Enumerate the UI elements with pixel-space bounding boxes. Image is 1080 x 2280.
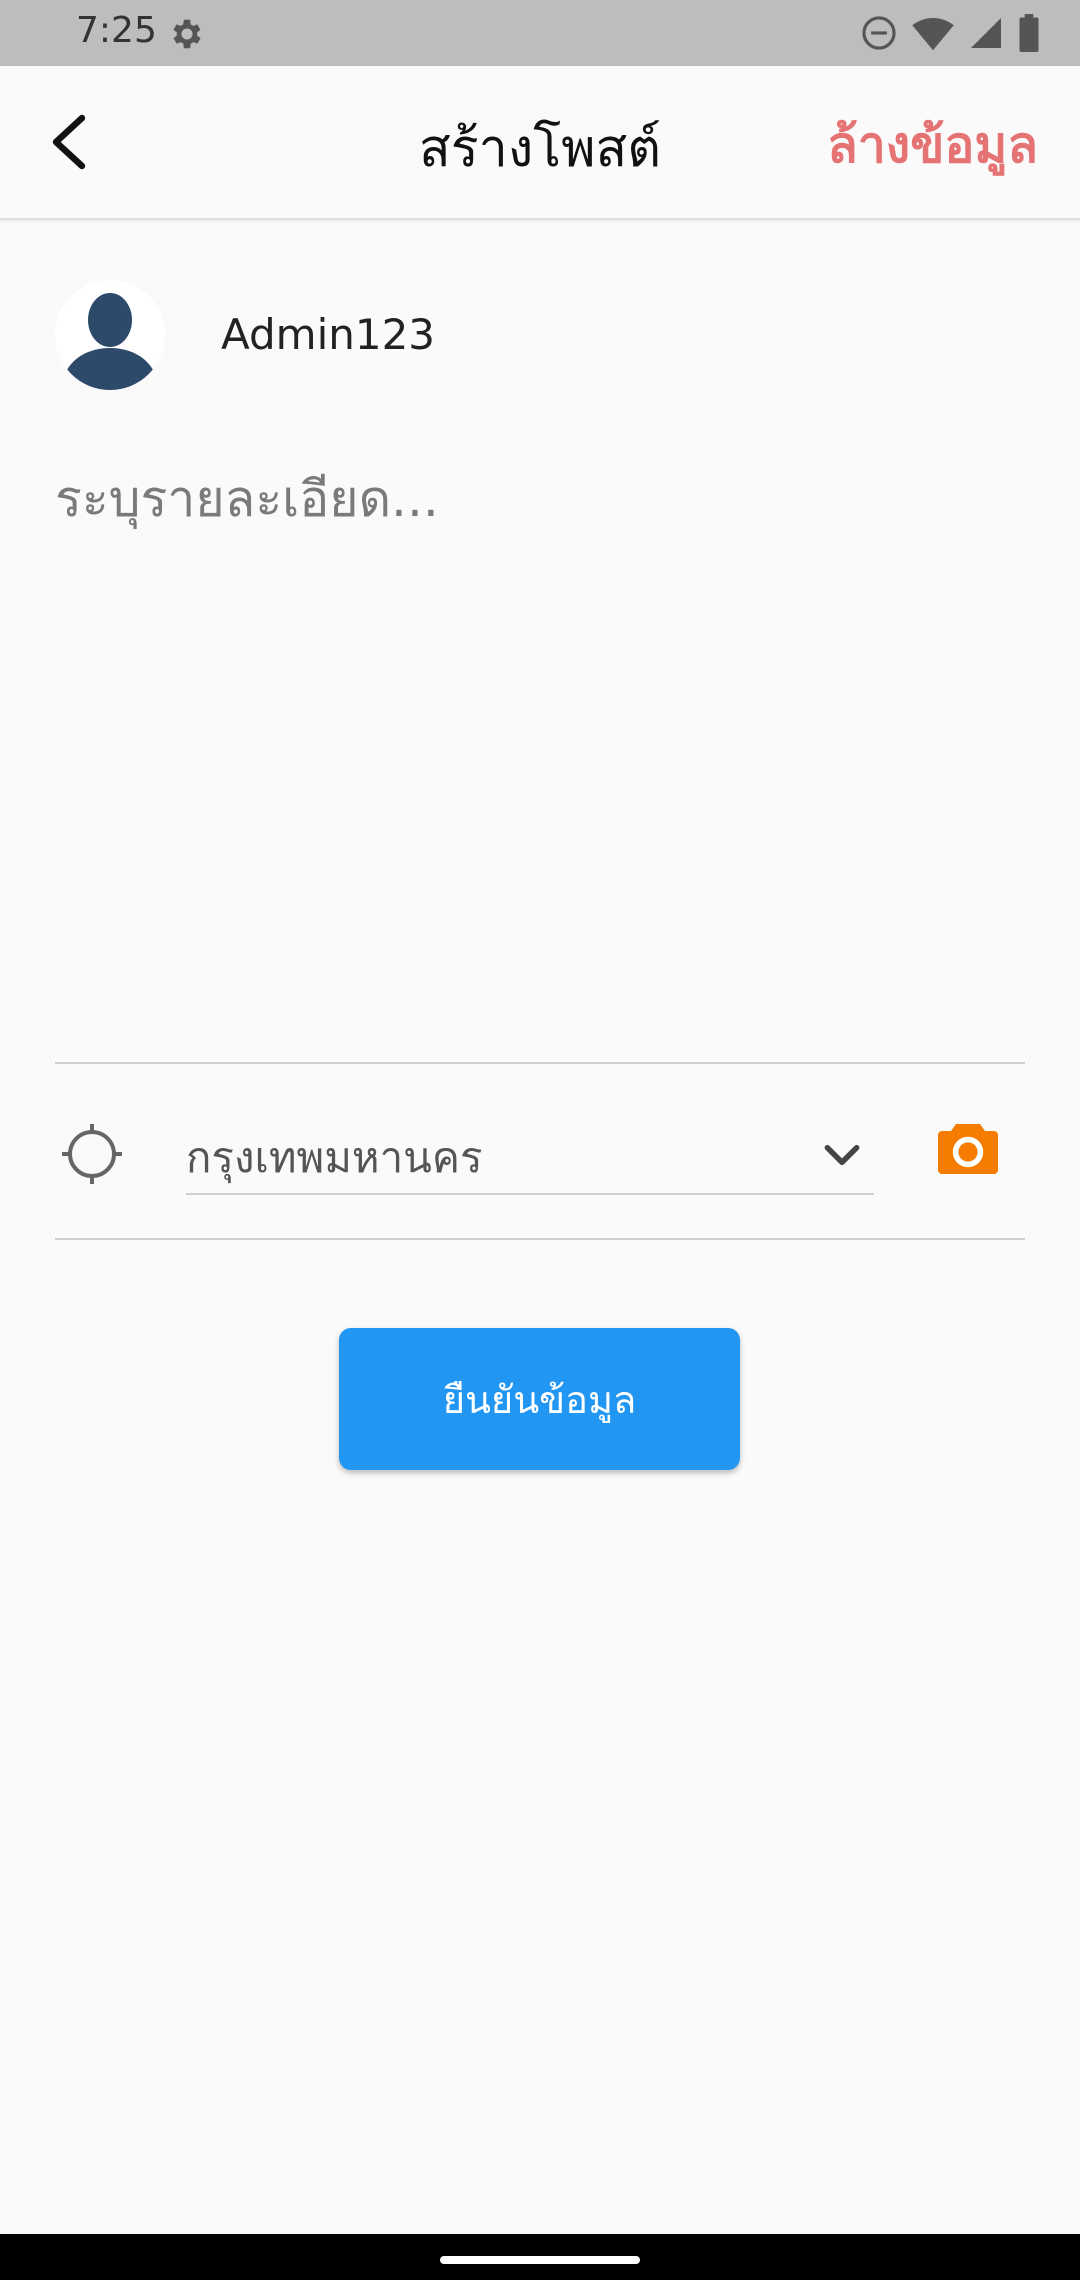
divider-top: [55, 1062, 1025, 1064]
confirm-button-label: ยืนยันข้อมูล: [442, 1377, 637, 1422]
battery-icon: [1019, 14, 1039, 52]
status-icons: [860, 14, 1040, 52]
app-bar: สร้างโพสต์ ล้างข้อมูล: [0, 66, 1080, 220]
wifi-icon: [912, 17, 954, 51]
location-select[interactable]: กรุงเทพมหานคร: [186, 1115, 874, 1195]
confirm-button[interactable]: ยืนยันข้อมูล: [339, 1328, 740, 1470]
signal-icon: [971, 18, 1001, 48]
avatar: [55, 280, 165, 390]
location-value: กรุงเทพมหานคร: [186, 1133, 483, 1182]
description-input[interactable]: [55, 460, 1025, 1060]
chevron-down-icon: [824, 1144, 860, 1166]
clear-data-button[interactable]: ล้างข้อมูล: [827, 106, 1038, 185]
divider-bottom: [55, 1238, 1025, 1240]
crosshair-icon[interactable]: [60, 1122, 124, 1186]
settings-icon: [173, 19, 201, 49]
dnd-icon: [862, 16, 896, 50]
camera-icon[interactable]: [936, 1120, 1000, 1176]
status-bar: 7:25: [0, 0, 1080, 66]
username: Admin123: [221, 310, 436, 359]
status-time: 7:25: [76, 10, 157, 51]
person-silhouette-icon: [55, 280, 165, 390]
home-gesture-handle[interactable]: [440, 2256, 640, 2264]
